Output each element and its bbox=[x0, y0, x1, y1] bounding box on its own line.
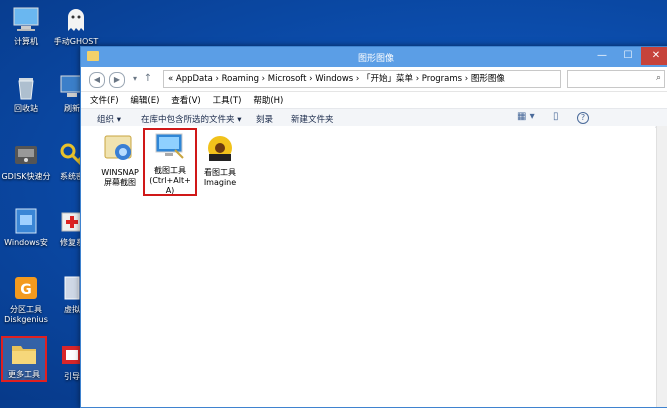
help-icon[interactable]: ? bbox=[577, 112, 589, 124]
menu-file[interactable]: 文件(F) bbox=[90, 94, 119, 106]
file-label: (Ctrl+Alt+ bbox=[149, 176, 191, 185]
burn-button[interactable]: 刻录 bbox=[256, 113, 273, 125]
desktop-icon-ghost[interactable]: 手动GHOST bbox=[50, 5, 102, 47]
file-label: Imagine bbox=[203, 178, 237, 187]
menu-bar: 文件(F) 编辑(E) 查看(V) 工具(T) 帮助(H) bbox=[81, 92, 667, 108]
minimize-button[interactable]: — bbox=[589, 47, 615, 65]
desktop-icon-windows-install[interactable]: Windows安 bbox=[0, 206, 52, 248]
history-dropdown[interactable]: ▾ bbox=[128, 72, 142, 86]
desktop-icon-recycle-bin[interactable]: 回收站 bbox=[0, 72, 52, 114]
ghost-icon bbox=[61, 5, 91, 35]
winsnap-icon bbox=[103, 132, 137, 166]
search-input[interactable]: ⌕ bbox=[567, 70, 665, 88]
file-label: 屏幕截图 bbox=[104, 178, 136, 187]
include-in-library-button[interactable]: 在库中包含所选的文件夹 ▾ bbox=[141, 113, 241, 125]
desktop-icon-label: Windows安 bbox=[4, 238, 48, 247]
preview-pane-icon[interactable]: ▯ bbox=[553, 111, 559, 122]
desktop-icon-label: Diskgenius bbox=[4, 315, 48, 324]
disk-tool-icon bbox=[11, 140, 41, 170]
file-item-imagine[interactable]: 看图工具 Imagine bbox=[195, 132, 245, 188]
explorer-window: 图形图像 — ☐ ✕ ◀ ▶ ▾ ↑ « AppData › Roaming ›… bbox=[80, 46, 667, 408]
menu-edit[interactable]: 编辑(E) bbox=[130, 94, 159, 106]
imagine-icon bbox=[203, 132, 237, 166]
window-title: 图形图像 bbox=[357, 54, 394, 64]
address-bar-row: ◀ ▶ ▾ ↑ « AppData › Roaming › Microsoft … bbox=[81, 67, 667, 92]
command-bar: 组织 ▾ 在库中包含所选的文件夹 ▾ 刻录 新建文件夹 ▦ ▾ ▯ ? bbox=[81, 108, 667, 128]
desktop-icon-computer[interactable]: 计算机 bbox=[0, 5, 52, 47]
computer-icon bbox=[11, 5, 41, 35]
windows-install-icon bbox=[11, 206, 41, 236]
file-pane: WINSNAP 屏幕截图 截图工具 (Ctrl+Alt+ A) 看图工具 Ima… bbox=[81, 126, 655, 407]
diskgenius-icon: G bbox=[11, 273, 41, 303]
address-field[interactable]: « AppData › Roaming › Microsoft › Window… bbox=[163, 70, 561, 88]
file-label: WINSNAP bbox=[101, 168, 139, 177]
file-item-screenshot-tool[interactable]: 截图工具 (Ctrl+Alt+ A) bbox=[143, 128, 197, 196]
title-bar[interactable]: 图形图像 — ☐ ✕ bbox=[81, 47, 667, 67]
search-icon: ⌕ bbox=[655, 73, 661, 83]
file-label: 截图工具 bbox=[154, 166, 186, 175]
organize-button[interactable]: 组织 ▾ bbox=[97, 113, 121, 125]
desktop-icon-more-tools[interactable]: 更多工具 bbox=[1, 336, 47, 382]
menu-view[interactable]: 查看(V) bbox=[171, 94, 200, 106]
svg-text:G: G bbox=[20, 282, 32, 298]
new-folder-button[interactable]: 新建文件夹 bbox=[291, 113, 334, 125]
desktop-icon-label: GDISK快速分 bbox=[1, 172, 51, 181]
desktop-icon-label: 回收站 bbox=[14, 104, 38, 113]
maximize-button[interactable]: ☐ bbox=[615, 47, 641, 65]
address-path: « AppData › Roaming › Microsoft › Window… bbox=[168, 74, 505, 84]
file-item-winsnap[interactable]: WINSNAP 屏幕截图 bbox=[95, 132, 145, 188]
file-label: 看图工具 bbox=[204, 168, 236, 177]
screenshot-tool-icon bbox=[153, 130, 187, 164]
menu-help[interactable]: 帮助(H) bbox=[253, 94, 283, 106]
recycle-bin-icon bbox=[11, 72, 41, 102]
file-label: A) bbox=[165, 186, 175, 195]
up-button[interactable]: ↑ bbox=[141, 72, 155, 86]
forward-button[interactable]: ▶ bbox=[109, 72, 125, 88]
desktop-icon-diskgenius[interactable]: G 分区工具 Diskgenius bbox=[0, 273, 52, 325]
view-options-icon[interactable]: ▦ ▾ bbox=[517, 111, 535, 122]
desktop-icon-label: 分区工具 bbox=[10, 305, 42, 314]
folder-icon bbox=[9, 338, 39, 368]
close-button[interactable]: ✕ bbox=[641, 47, 667, 65]
desktop-icon-gdisk[interactable]: GDISK快速分 bbox=[0, 140, 52, 182]
desktop-icon-label: 更多工具 bbox=[8, 370, 40, 379]
back-button[interactable]: ◀ bbox=[89, 72, 105, 88]
desktop-icon-label: 计算机 bbox=[14, 37, 38, 46]
vertical-scrollbar[interactable] bbox=[656, 126, 667, 407]
menu-tools[interactable]: 工具(T) bbox=[213, 94, 242, 106]
